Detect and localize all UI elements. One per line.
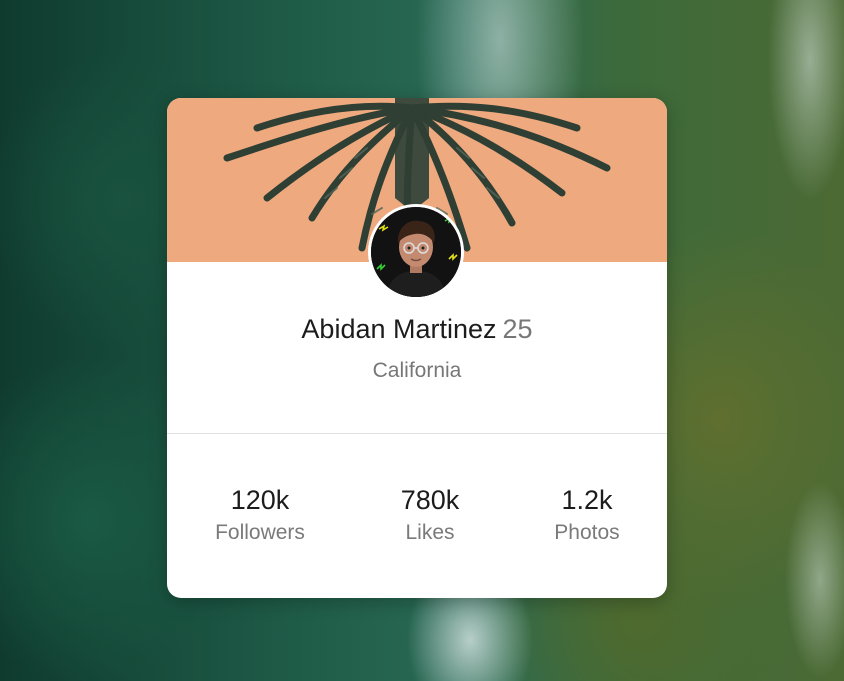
avatar-illustration (371, 207, 461, 297)
profile-location: California (372, 359, 462, 382)
profile-name-row: Abidan Martinez 25 (167, 311, 667, 347)
profile-card: Abidan Martinez 25 California 120k Follow… (167, 98, 667, 598)
avatar[interactable] (368, 204, 464, 300)
stat-label: Likes (405, 521, 455, 544)
stat-photos[interactable]: 1.2k Photos (517, 483, 657, 549)
stat-label: Followers (215, 521, 305, 544)
stat-value: 120k (230, 485, 290, 515)
stat-value: 780k (400, 485, 460, 515)
stat-likes[interactable]: 780k Likes (360, 483, 500, 549)
divider (167, 433, 667, 434)
stat-label: Photos (554, 521, 620, 544)
profile-age: 25 (502, 314, 533, 344)
stat-followers[interactable]: 120k Followers (190, 483, 330, 549)
stat-value: 1.2k (561, 485, 613, 515)
profile-name: Abidan Martinez (301, 314, 497, 344)
